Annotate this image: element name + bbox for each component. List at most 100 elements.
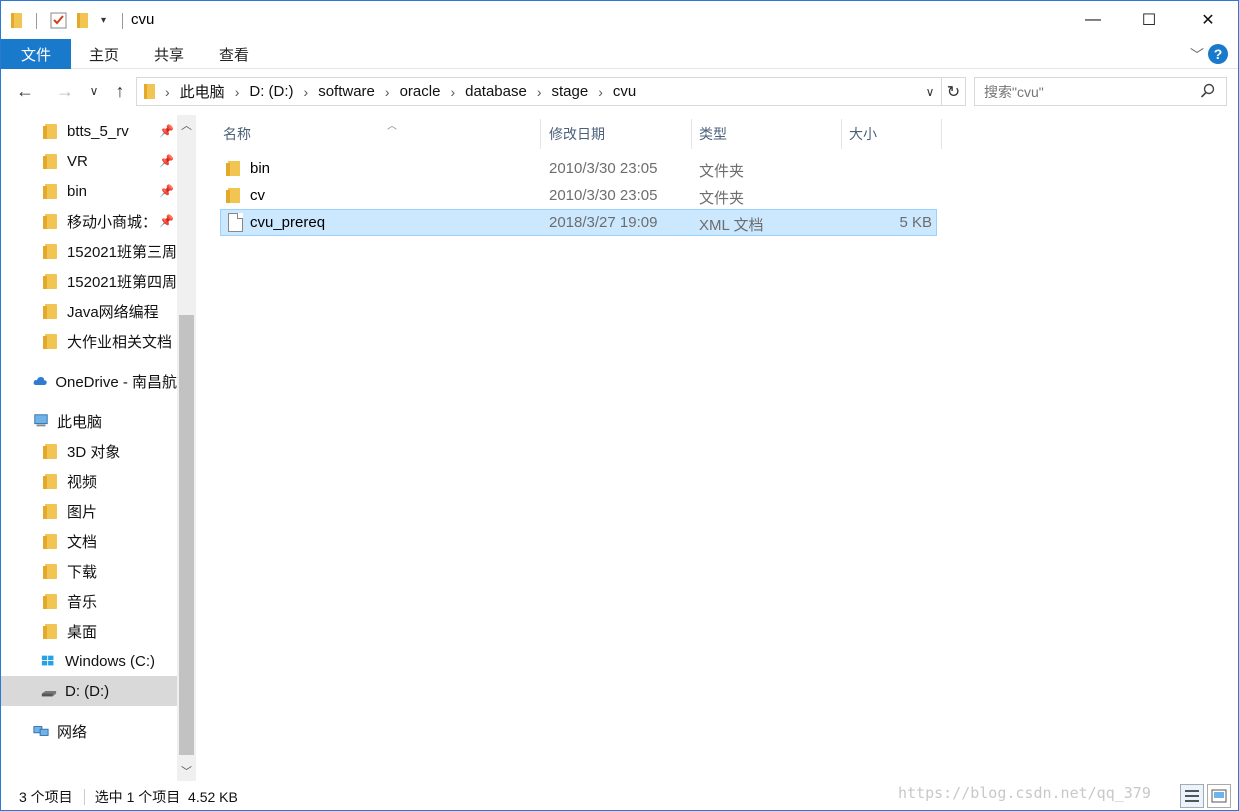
- chevron-down-icon: ﹀: [181, 766, 192, 778]
- large-icons-view-button[interactable]: [1207, 784, 1231, 808]
- scroll-down-button[interactable]: ﹀: [177, 761, 196, 781]
- sidebar-item-drive-d[interactable]: D: (D:): [1, 676, 177, 706]
- recent-locations-button[interactable]: ∨: [85, 79, 103, 103]
- sidebar-item-downloads[interactable]: 下载: [1, 556, 177, 586]
- sidebar-item-btts-5-rv[interactable]: btts_5_rv 📌: [1, 116, 177, 146]
- column-header-label: 名称: [223, 126, 251, 142]
- status-item-count: 3 个项目: [19, 788, 73, 805]
- breadcrumb-separator[interactable]: ›: [385, 84, 390, 100]
- sidebar-item-videos[interactable]: 视频: [1, 466, 177, 496]
- file-type: 文件夹: [699, 163, 745, 180]
- up-button[interactable]: ↑: [108, 79, 132, 103]
- forward-button[interactable]: →: [53, 79, 77, 103]
- breadcrumb-separator[interactable]: ›: [598, 84, 603, 100]
- folder-icon: [11, 12, 22, 28]
- sidebar-item-network[interactable]: 网络: [1, 716, 177, 746]
- help-button[interactable]: ?: [1208, 44, 1228, 64]
- address-bar[interactable]: › 此电脑 › D: (D:) › software › oracle › da…: [136, 77, 942, 106]
- breadcrumb-oracle[interactable]: oracle: [400, 83, 441, 100]
- column-header-type[interactable]: 类型: [691, 119, 841, 149]
- properties-button[interactable]: [50, 10, 67, 30]
- file-row-cvu-prereq[interactable]: cvu_prereq 2018/3/27 19:09 XML 文档 5 KB: [220, 209, 937, 236]
- chevron-down-icon: ∨: [89, 84, 99, 98]
- new-folder-button[interactable]: [77, 10, 88, 30]
- ribbon-tabs: 文件 主页 共享 查看 ﹀ ?: [1, 39, 1238, 69]
- sidebar-item-music[interactable]: 音乐: [1, 586, 177, 616]
- close-button[interactable]: ✕: [1185, 1, 1231, 39]
- sidebar-item-week3[interactable]: 152021班第三周: [1, 236, 177, 266]
- chevron-down-icon: ﹀: [1190, 47, 1204, 63]
- breadcrumb-d-drive[interactable]: D: (D:): [249, 83, 293, 100]
- refresh-icon: ↻: [946, 83, 961, 101]
- column-header-label: 大小: [849, 126, 877, 142]
- tab-share[interactable]: 共享: [141, 39, 197, 69]
- folder-icon: [43, 243, 57, 259]
- large-icons-view-icon: [1211, 789, 1227, 803]
- sidebar-item-bin[interactable]: bin 📌: [1, 176, 177, 206]
- file-name: cv: [250, 187, 265, 204]
- breadcrumb-separator[interactable]: ›: [235, 84, 240, 100]
- sidebar-item-pictures[interactable]: 图片: [1, 496, 177, 526]
- file-modified: 2010/3/30 23:05: [549, 187, 658, 204]
- tab-home[interactable]: 主页: [76, 39, 132, 69]
- breadcrumb-separator[interactable]: ›: [537, 84, 542, 100]
- column-header-modified[interactable]: 修改日期: [541, 119, 691, 149]
- tab-file[interactable]: 文件: [1, 39, 71, 69]
- sidebar-item-label: 大作业相关文档: [67, 333, 173, 351]
- breadcrumb-separator[interactable]: ›: [165, 84, 170, 100]
- file-row-cv[interactable]: cv 2010/3/30 23:05 文件夹: [220, 182, 937, 209]
- back-button[interactable]: ←: [13, 79, 37, 103]
- breadcrumb-database[interactable]: database: [465, 83, 527, 100]
- file-row-bin[interactable]: bin 2010/3/30 23:05 文件夹: [220, 155, 937, 182]
- sidebar-scrollbar[interactable]: ︿ ﹀: [177, 115, 196, 781]
- column-header-name[interactable]: 名称 ︿: [215, 119, 540, 149]
- breadcrumb-cvu[interactable]: cvu: [613, 83, 636, 100]
- file-size: 5 KB: [899, 214, 932, 231]
- customize-toolbar-chevron[interactable]: ▾: [101, 10, 106, 30]
- sidebar-item-3d-objects[interactable]: 3D 对象: [1, 436, 177, 466]
- sidebar-item-label: bin: [67, 182, 88, 200]
- column-divider[interactable]: [941, 119, 942, 149]
- sidebar-item-week4[interactable]: 152021班第四周: [1, 266, 177, 296]
- pin-icon: 📌: [159, 154, 174, 168]
- search-box[interactable]: [974, 77, 1227, 106]
- folder-icon: [43, 303, 57, 319]
- details-view-button[interactable]: [1180, 784, 1204, 808]
- breadcrumb-stage[interactable]: stage: [552, 83, 589, 100]
- music-folder-icon: [43, 593, 57, 609]
- sidebar-item-vr[interactable]: VR 📌: [1, 146, 177, 176]
- scrollbar-thumb[interactable]: [179, 315, 194, 755]
- sidebar-item-desktop[interactable]: 桌面: [1, 616, 177, 646]
- sidebar-item-label: 下载: [67, 563, 98, 581]
- refresh-button[interactable]: ↻: [942, 77, 966, 106]
- sidebar-item-project-docs[interactable]: 大作业相关文档: [1, 326, 177, 356]
- minimize-button[interactable]: —: [1070, 1, 1116, 39]
- drive-icon: [41, 691, 57, 697]
- expand-ribbon-chevron[interactable]: ﹀: [1190, 45, 1204, 65]
- breadcrumb-this-pc[interactable]: 此电脑: [180, 81, 225, 102]
- sidebar-item-java-network[interactable]: Java网络编程: [1, 296, 177, 326]
- status-separator: [83, 788, 85, 805]
- search-input[interactable]: [984, 83, 1184, 100]
- maximize-button[interactable]: ☐: [1126, 1, 1172, 39]
- sidebar-item-mobile-mall[interactable]: 移动小商城： 📌: [1, 206, 177, 236]
- sidebar-item-label: 音乐: [67, 593, 98, 611]
- title-separator: [122, 13, 123, 29]
- sidebar-item-this-pc[interactable]: 此电脑: [1, 406, 177, 436]
- sidebar-item-onedrive[interactable]: OneDrive - 南昌航: [1, 366, 177, 396]
- column-header-label: 修改日期: [549, 126, 605, 142]
- scroll-up-button[interactable]: ︿: [177, 115, 196, 135]
- sidebar-item-drive-c[interactable]: Windows (C:): [1, 646, 177, 676]
- chevron-up-icon: ︿: [181, 120, 192, 132]
- column-header-size[interactable]: 大小: [841, 119, 941, 149]
- breadcrumb-software[interactable]: software: [318, 83, 375, 100]
- tab-view[interactable]: 查看: [206, 39, 262, 69]
- address-history-dropdown[interactable]: ∨: [919, 78, 941, 105]
- title-bar: ▾ cvu — ☐ ✕: [1, 1, 1238, 39]
- breadcrumb-separator[interactable]: ›: [304, 84, 309, 100]
- close-icon: ✕: [1201, 12, 1215, 29]
- documents-folder-icon: [43, 533, 57, 549]
- breadcrumb-separator[interactable]: ›: [450, 84, 455, 100]
- sidebar-item-documents[interactable]: 文档: [1, 526, 177, 556]
- search-icon[interactable]: [1200, 83, 1216, 99]
